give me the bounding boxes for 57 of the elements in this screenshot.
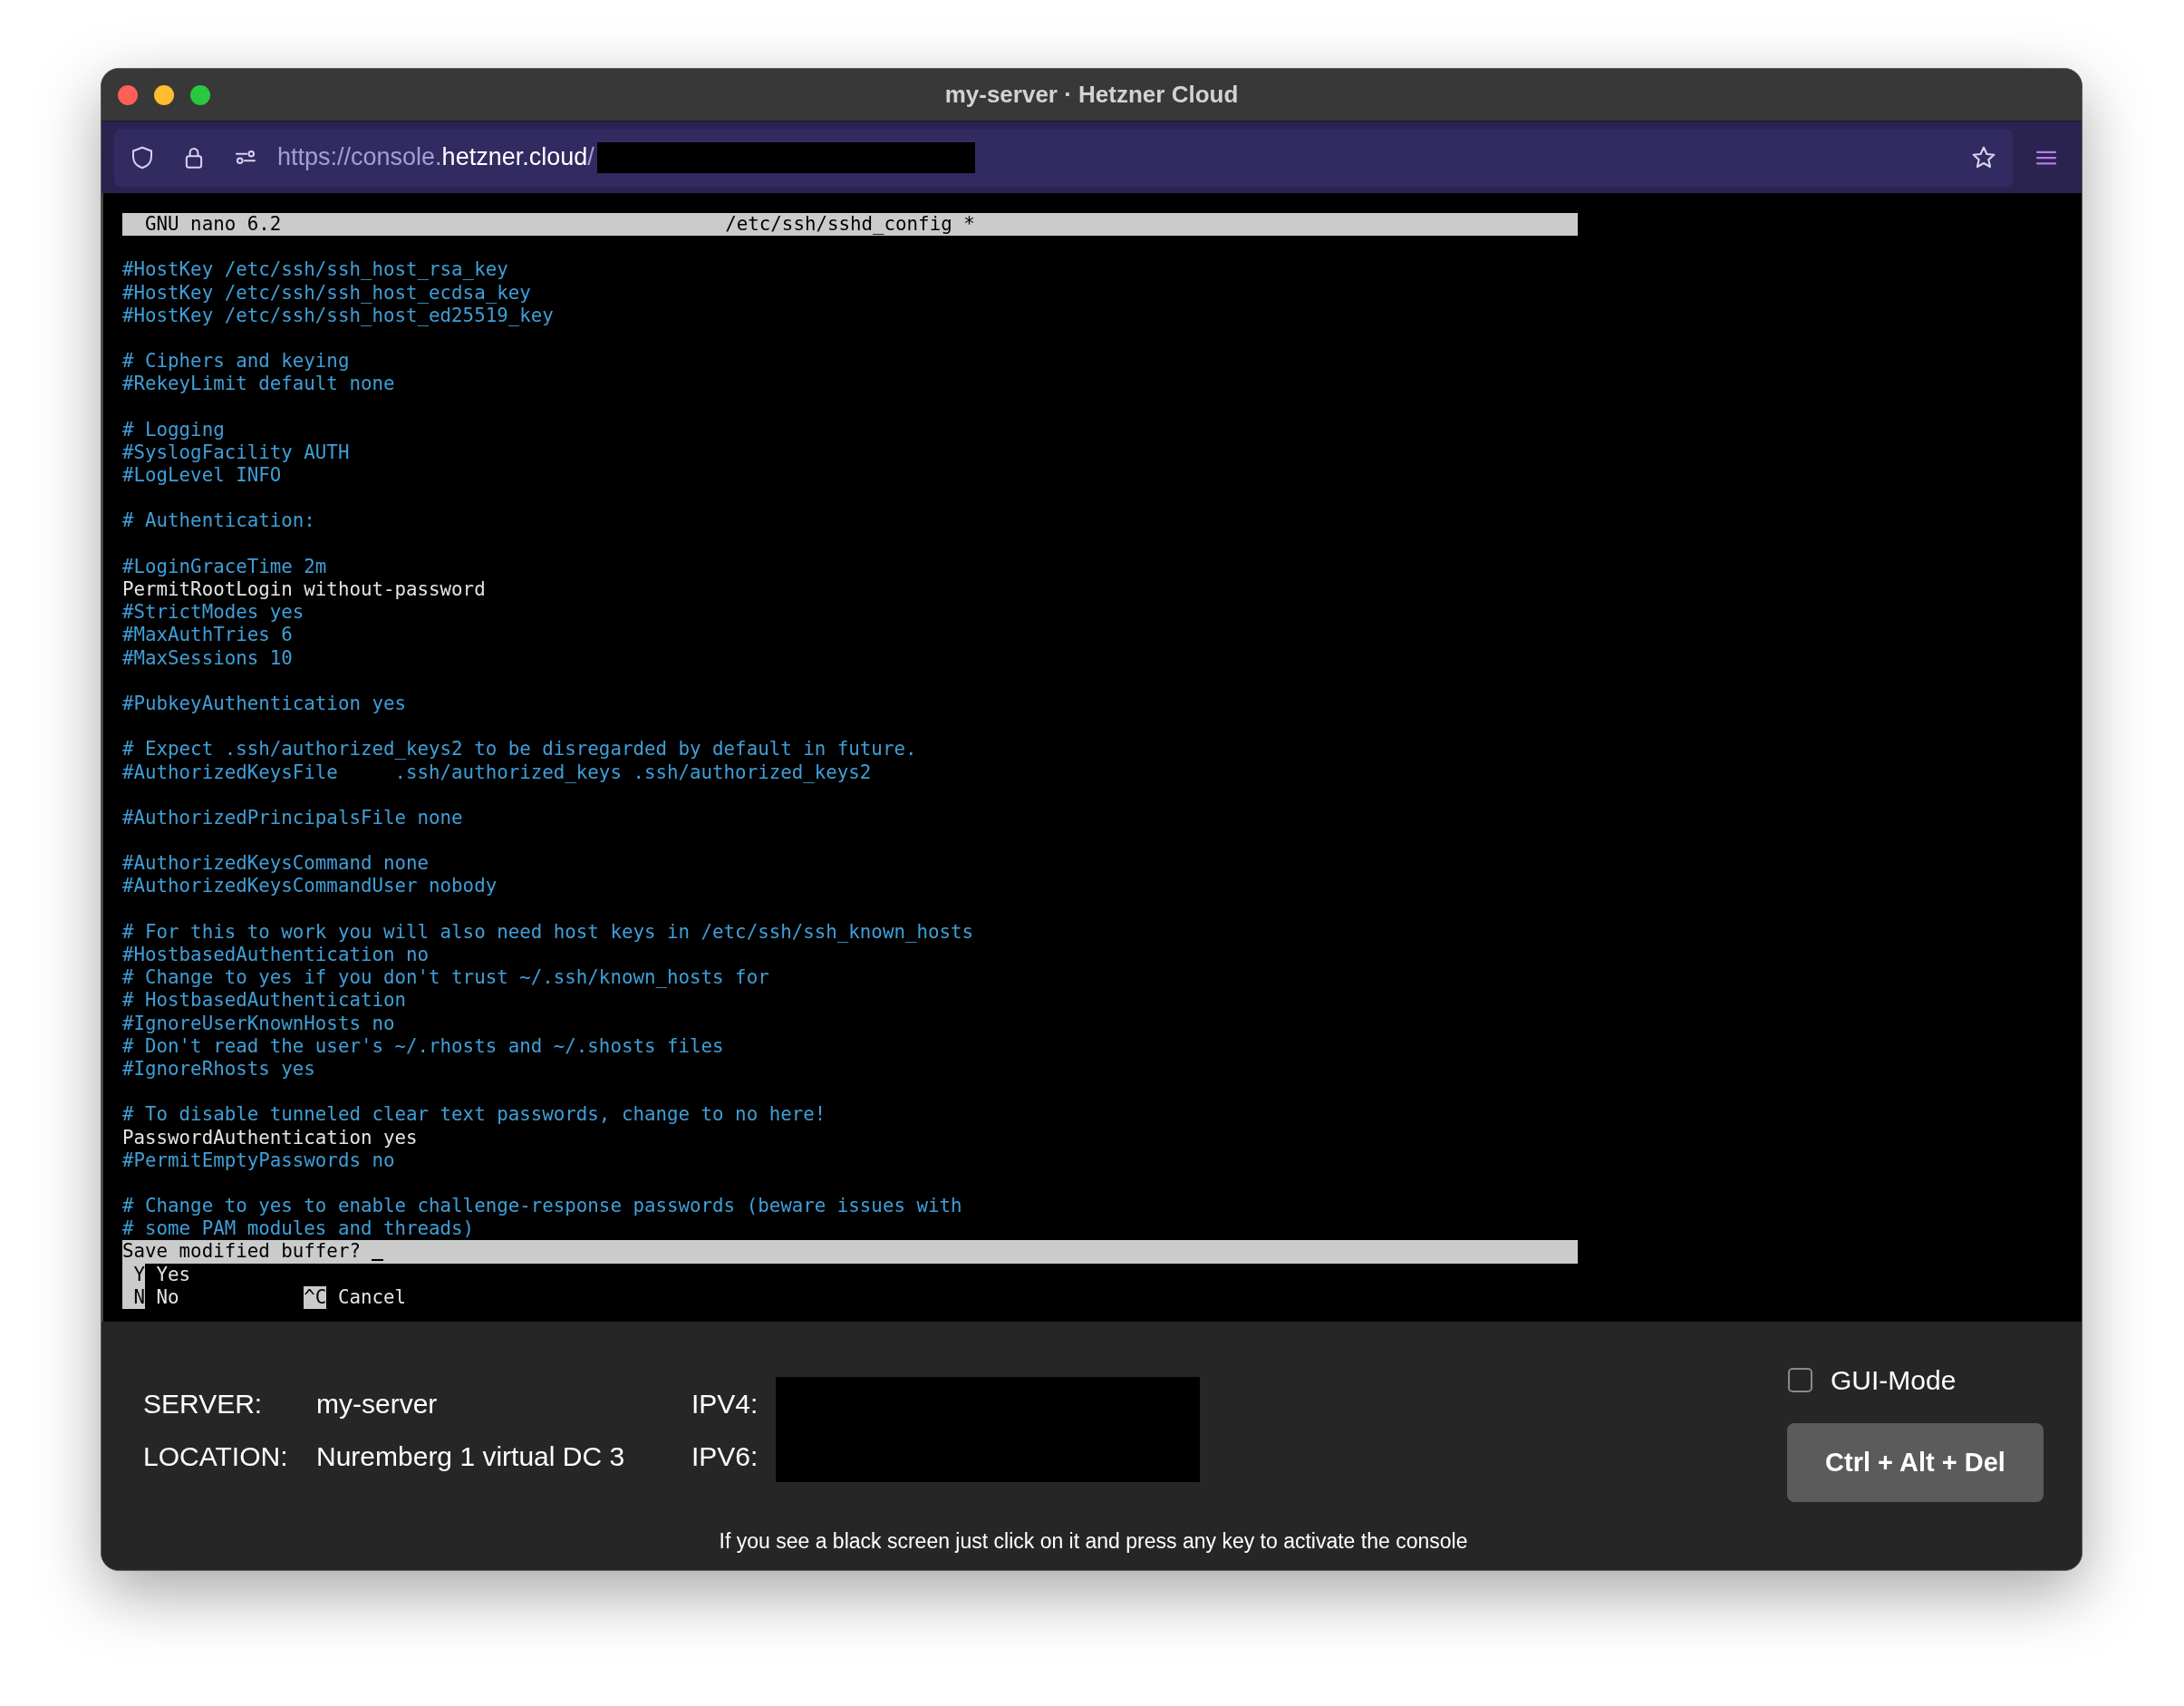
comment-line: #StrictModes yes xyxy=(122,601,304,625)
url-text[interactable]: https://console.hetzner.cloud/ xyxy=(277,139,594,176)
comment-line: # some PAM modules and threads) xyxy=(122,1217,475,1241)
comment-line: #IgnoreRhosts yes xyxy=(122,1057,315,1081)
comment-line: #LogLevel INFO xyxy=(122,464,282,488)
comment-line: #PubkeyAuthentication yes xyxy=(122,692,407,716)
prompt-text: Save modified buffer? xyxy=(122,1240,361,1264)
checkbox-label[interactable]: GUI-Mode xyxy=(1831,1359,1957,1401)
config-line: PasswordAuthentication yes xyxy=(122,1126,418,1149)
comment-line: #SyslogFacility AUTH xyxy=(122,441,350,465)
shortcut-label[interactable]: No xyxy=(156,1285,179,1309)
comment-line: # Change to yes if you don't trust ~/.ssh/known_hosts for xyxy=(122,966,769,990)
field-label: IPV4: xyxy=(691,1387,759,1420)
field-label: LOCATION: xyxy=(143,1439,289,1473)
comment-line: # Logging xyxy=(122,418,225,441)
shortcut-label[interactable]: Yes xyxy=(156,1263,191,1286)
comment-line: #PermitEmptyPasswords no xyxy=(122,1149,395,1172)
shortcut-label[interactable]: Cancel xyxy=(337,1285,406,1309)
shortcut-key[interactable]: ^C xyxy=(304,1285,327,1309)
comment-line: #AuthorizedKeysFile .ssh/authorized_keys .ssh/authorized_keys2 xyxy=(122,761,872,784)
editor-name: GNU nano 6.2 xyxy=(144,213,283,237)
address-bar[interactable]: https://console.hetzner.cloud/ xyxy=(114,128,2013,187)
comment-line: # Authentication: xyxy=(122,509,315,533)
config-line: PermitRootLogin without-password xyxy=(122,578,486,602)
minimize-button[interactable] xyxy=(154,84,174,105)
comment-line: # Don't read the user's ~/.rhosts and ~/.shosts files xyxy=(122,1034,724,1058)
comment-line: #IgnoreUserKnownHosts no xyxy=(122,1012,395,1035)
comment-line: # Expect .ssh/authorized_keys2 to be disregarded by default in future. xyxy=(122,738,917,761)
comment-line: # Ciphers and keying xyxy=(122,350,350,373)
comment-line: #AuthorizedPrincipalsFile none xyxy=(122,806,463,830)
hint-text: If you see a black screen just click on it and press any key to activate the console xyxy=(719,1528,1468,1555)
comment-line: # HostbasedAuthentication xyxy=(122,989,407,1013)
comment-line: #HostKey /etc/ssh/ssh_host_rsa_key xyxy=(122,258,508,282)
shortcut-key[interactable]: Y xyxy=(122,1263,146,1286)
comment-line: #HostKey /etc/ssh/ssh_host_ecdsa_key xyxy=(122,281,531,305)
comment-line: # Change to yes to enable challenge-response passwords (beware issues with xyxy=(122,1195,962,1218)
comment-line: # For this to work you will also need host keys in /etc/ssh/ssh_known_hosts xyxy=(122,920,974,944)
field-label: SERVER: xyxy=(143,1387,264,1420)
shortcut-key[interactable]: N xyxy=(122,1285,146,1309)
checkbox[interactable] xyxy=(1788,1367,1812,1392)
comment-line: #AuthorizedKeysCommand none xyxy=(122,852,430,876)
maximize-button[interactable] xyxy=(190,84,210,105)
field-value: Nuremberg 1 virtual DC 3 xyxy=(316,1439,626,1473)
close-button[interactable] xyxy=(118,84,138,105)
ctrl-alt-del-button[interactable]: Ctrl + Alt + Del xyxy=(1787,1423,2044,1502)
comment-line: #HostbasedAuthentication no xyxy=(122,944,430,967)
comment-line: #AuthorizedKeysCommandUser nobody xyxy=(122,875,498,898)
window-title: my-server · Hetzner Cloud xyxy=(944,80,1239,110)
comment-line: #MaxAuthTries 6 xyxy=(122,624,293,647)
comment-line: # To disable tunneled clear text passwords, change to no here! xyxy=(122,1103,826,1127)
field-value: my-server xyxy=(316,1387,439,1420)
comment-line: #MaxSessions 10 xyxy=(122,646,293,670)
field-label: IPV6: xyxy=(691,1439,759,1473)
comment-line: #HostKey /etc/ssh/ssh_host_ed25519_key xyxy=(122,304,554,327)
comment-line: #RekeyLimit default none xyxy=(122,373,395,396)
file-name: /etc/ssh/sshd_config * xyxy=(725,213,975,237)
comment-line: #LoginGraceTime 2m xyxy=(122,555,327,578)
